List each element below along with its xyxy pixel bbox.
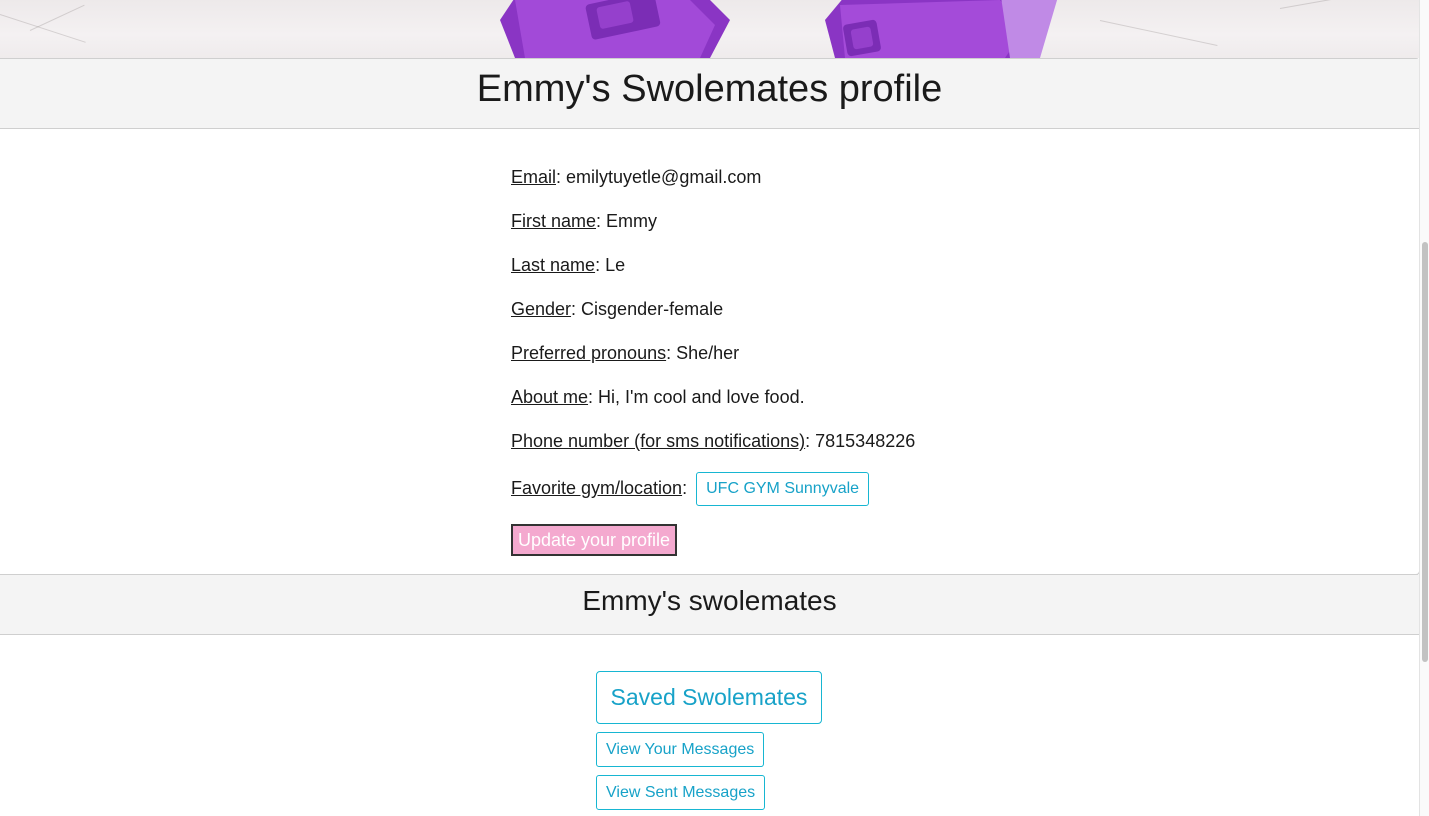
field-value: : She/her: [666, 343, 740, 363]
scrollbar-thumb[interactable]: [1422, 242, 1428, 662]
swolemates-card: Emmy's swolemates Saved Swolemates View …: [0, 574, 1420, 816]
field-first-name: First name: Emmy: [511, 207, 915, 251]
vertical-scrollbar[interactable]: [1419, 0, 1429, 816]
field-separator: :: [682, 478, 688, 498]
banner-image: [0, 0, 1420, 58]
dumbbell-icon: [500, 0, 1058, 58]
field-value: : emilytuyetle@gmail.com: [556, 167, 762, 187]
favorite-gym-button[interactable]: UFC GYM Sunnyvale: [696, 472, 870, 507]
field-label: Gender: [511, 299, 572, 319]
swolemates-actions: Saved Swolemates View Your Messages View…: [596, 671, 822, 810]
field-value: : Cisgender-female: [571, 299, 724, 319]
page: Emmy's Swolemates profile Email: emilytu…: [0, 0, 1429, 816]
field-value: : 7815348226: [805, 431, 916, 451]
field-value: : Le: [595, 255, 626, 275]
field-last-name: Last name: Le: [511, 251, 915, 295]
field-value: : Hi, I'm cool and love food.: [588, 387, 805, 407]
swolemates-card-header: Emmy's swolemates: [0, 575, 1419, 635]
field-gender: Gender: Cisgender-female: [511, 295, 915, 339]
field-label: Email: [511, 167, 557, 187]
view-sent-messages-button[interactable]: View Sent Messages: [596, 775, 766, 810]
field-label: Phone number (for sms notifications): [511, 431, 806, 451]
section-title: Emmy's swolemates: [582, 585, 837, 616]
field-label: Favorite gym/location: [511, 478, 683, 498]
update-profile-button[interactable]: Update your profile: [511, 524, 677, 556]
profile-card-header: Emmy's Swolemates profile: [0, 59, 1419, 129]
field-label: About me: [511, 387, 589, 407]
field-email: Email: emilytuyetle@gmail.com: [511, 163, 915, 207]
field-favorite-gym: Favorite gym/location: UFC GYM Sunnyvale: [511, 471, 915, 521]
page-title: Emmy's Swolemates profile: [476, 68, 943, 110]
field-label: Preferred pronouns: [511, 343, 667, 363]
field-label: Last name: [511, 255, 596, 275]
field-phone: Phone number (for sms notifications): 78…: [511, 427, 915, 471]
saved-swolemates-button[interactable]: Saved Swolemates: [596, 671, 822, 724]
field-value: : Emmy: [596, 211, 658, 231]
profile-fields: Email: emilytuyetle@gmail.com First name…: [511, 163, 915, 521]
field-about-me: About me: Hi, I'm cool and love food.: [511, 383, 915, 427]
field-pronouns: Preferred pronouns: She/her: [511, 339, 915, 383]
profile-card: Emmy's Swolemates profile Email: emilytu…: [0, 58, 1420, 575]
field-label: First name: [511, 211, 597, 231]
view-messages-button[interactable]: View Your Messages: [596, 732, 765, 767]
